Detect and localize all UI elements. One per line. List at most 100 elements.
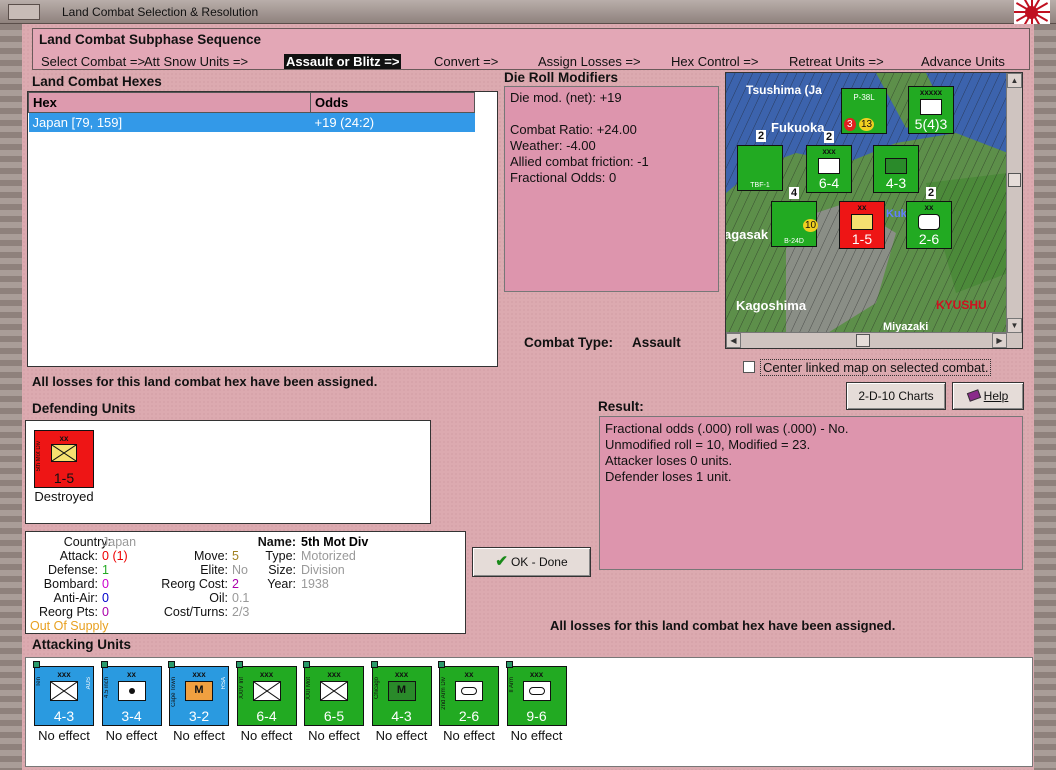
- sequence-steps: Select Combat => Att Snow Units => Assault…: [39, 54, 1029, 71]
- modifier-line: Allied combat friction: -1: [510, 154, 649, 169]
- year-value: 1938: [301, 577, 329, 591]
- year-key: Year:: [267, 577, 296, 591]
- counter-name: Cape Town: [171, 677, 177, 707]
- counter-size: xxx: [394, 670, 409, 679]
- help-button[interactable]: Help: [952, 382, 1024, 410]
- scroll-thumb[interactable]: [1008, 173, 1021, 187]
- result-line: Unmodified roll = 10, Modified = 23.: [605, 437, 811, 452]
- modifier-line: [510, 106, 713, 122]
- hex-cell: Japan [79, 159]: [28, 112, 311, 132]
- unit-status: No effect: [375, 728, 428, 743]
- col-hex[interactable]: Hex: [28, 92, 311, 113]
- attacking-unit-counter[interactable]: xxx II Arm 9-6: [505, 661, 567, 726]
- scroll-thumb[interactable]: [856, 334, 870, 347]
- map-counter-mountain[interactable]: 4-3: [873, 145, 919, 193]
- counter-size: xxxxx: [919, 88, 943, 97]
- result-box: Fractional odds (.000) roll was (.000) -…: [599, 416, 1023, 570]
- attacking-unit-counter[interactable]: xx 4.5 inch 3-4: [100, 661, 162, 726]
- scroll-left-button[interactable]: ◀: [726, 333, 741, 348]
- attacking-unit-counter[interactable]: xxx XXIV Inf 6-4: [235, 661, 297, 726]
- stack-badge: 4: [789, 187, 800, 199]
- counter-size: xx: [924, 203, 934, 212]
- scroll-up-button[interactable]: ▲: [1007, 73, 1022, 88]
- sequence-step[interactable]: Retreat Units =>: [787, 54, 886, 69]
- counter-strength: 6-5: [323, 708, 345, 724]
- unit-marker-icon: [370, 661, 378, 668]
- counter-strength: TBF-1: [750, 182, 770, 189]
- counter-strength: 5(4)3: [914, 116, 948, 132]
- attack-key: Attack:: [59, 549, 98, 563]
- sequence-step[interactable]: Convert =>: [432, 54, 500, 69]
- attacking-unit-counter[interactable]: xxx Cape Town RSA M 3-2: [168, 661, 229, 726]
- counter-size: xx: [857, 203, 867, 212]
- counter-strength: 1-5: [53, 470, 75, 486]
- sequence-step[interactable]: Advance Units: [919, 54, 1007, 69]
- table-row[interactable]: Japan [79, 159] +19 (24:2): [28, 112, 475, 132]
- scroll-right-button[interactable]: ▶: [992, 333, 1007, 348]
- unit-marker-icon: [505, 661, 513, 668]
- unit-status: No effect: [308, 728, 360, 743]
- counter-name: Chicago: [373, 677, 380, 700]
- counter-strength: 6-4: [256, 708, 277, 724]
- size-value: Division: [301, 563, 345, 577]
- modifiers-box: Die mod. (net): +19 Combat Ratio: +24.00…: [504, 86, 719, 292]
- unit-marker-icon: [438, 661, 445, 668]
- name-value: 5th Mot Div: [301, 535, 369, 549]
- col-odds[interactable]: Odds: [310, 92, 475, 113]
- attacking-unit-counter[interactable]: xxx Chicago M 4-3: [370, 661, 432, 726]
- charts-button[interactable]: 2-D-10 Charts: [846, 382, 946, 410]
- mountain-icon: M: [185, 681, 213, 701]
- map-horizontal-scrollbar[interactable]: ◀ ▶: [726, 332, 1008, 348]
- bombard-key: Bombard:: [43, 577, 98, 591]
- modifier-line: Combat Ratio: +24.00: [510, 122, 637, 137]
- attacking-unit-counter[interactable]: xxx Ten AUS 4-3: [33, 661, 94, 726]
- scroll-down-button[interactable]: ▼: [1007, 318, 1022, 333]
- map-counter-hq[interactable]: xxxxx 5(4)3: [908, 86, 954, 134]
- unit-status: No effect: [173, 728, 225, 743]
- attacking-unit-counter[interactable]: xxx XXII Mot 6-5: [303, 661, 364, 726]
- combat-map[interactable]: Tsushima (Ja Fukuoka agasak Kagoshima KY…: [725, 72, 1023, 349]
- oil-key: Oil:: [209, 591, 228, 605]
- sequence-step[interactable]: Select Combat =>: [39, 54, 147, 69]
- japan-flag-icon: [1014, 0, 1050, 24]
- unit-status: No effect: [38, 728, 90, 743]
- counter-symbol: [851, 214, 873, 230]
- sequence-step[interactable]: Hex Control =>: [669, 54, 760, 69]
- map-counter-armor[interactable]: xx 2-6: [906, 201, 952, 249]
- counter-nation-tag: AUS: [86, 677, 92, 690]
- map-counter-defender[interactable]: xx 1-5: [839, 201, 885, 249]
- counter-nation-tag: RSA: [221, 677, 227, 690]
- counter-size: xxx: [259, 670, 274, 679]
- elite-key: Elite:: [200, 563, 228, 577]
- center-map-label[interactable]: Center linked map on selected combat.: [760, 359, 992, 376]
- main-panel: Land Combat Subphase Sequence Select Com…: [22, 24, 1034, 770]
- sequence-step[interactable]: Assign Losses =>: [536, 54, 643, 69]
- hexes-list[interactable]: Hex Odds Japan [79, 159] +19 (24:2): [27, 91, 498, 367]
- unit-marker-icon: [100, 661, 108, 668]
- reorgpts-key: Reorg Pts:: [38, 605, 98, 619]
- hexes-table: Hex Odds Japan [79, 159] +19 (24:2): [28, 92, 475, 132]
- armor-icon: [522, 681, 551, 701]
- counter-name: 4.5 inch: [103, 677, 110, 699]
- map-label: Tsushima (Ja: [746, 83, 822, 97]
- sequence-step[interactable]: Att Snow Units =>: [142, 54, 250, 69]
- system-menu-button[interactable]: [8, 4, 40, 20]
- counter-name: II Arm: [508, 677, 515, 693]
- counter-symbol: [918, 214, 940, 230]
- sequence-heading: Land Combat Subphase Sequence: [39, 32, 262, 47]
- counter-symbol: [885, 158, 907, 174]
- map-vertical-scrollbar[interactable]: ▲ ▼: [1006, 73, 1022, 348]
- mountain-icon: M: [387, 681, 416, 701]
- map-counter-infantry[interactable]: xxx 6-4: [806, 145, 852, 193]
- center-map-checkbox[interactable]: [743, 361, 755, 373]
- attacking-unit-counter[interactable]: xx 2nd Arm Div 2-6: [438, 661, 499, 726]
- map-label: KYUSHU: [936, 298, 987, 312]
- size-key: Size:: [268, 563, 296, 577]
- ok-done-button[interactable]: ✔ OK - Done: [472, 547, 591, 577]
- defending-unit-counter[interactable]: xx 5th Mot Div 1-5: [34, 430, 94, 488]
- map-counter-aircraft[interactable]: TBF-1: [737, 145, 783, 191]
- result-heading: Result:: [598, 399, 644, 414]
- losses-message: All losses for this land combat hex have…: [32, 374, 378, 389]
- sequence-step[interactable]: Assault or Blitz =>: [284, 54, 402, 69]
- counter-size: xxx: [327, 670, 341, 679]
